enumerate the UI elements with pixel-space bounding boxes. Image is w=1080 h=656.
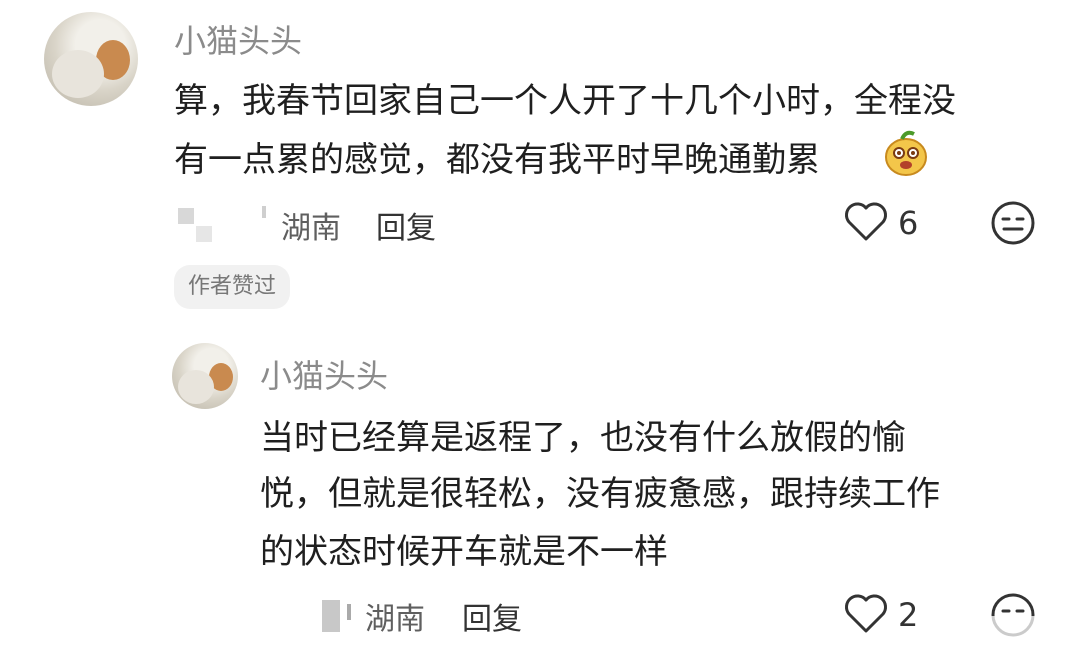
blurred-time [178, 208, 194, 224]
avatar[interactable] [172, 343, 238, 409]
neutral-face-icon[interactable] [990, 200, 1036, 246]
heart-icon[interactable] [844, 594, 888, 634]
blurred-time [196, 226, 212, 242]
location-label: 湖南 [365, 602, 425, 637]
like-count: 2 [898, 596, 919, 634]
comment-username[interactable]: 小猫头头 [174, 16, 302, 62]
comment-text-line: 的状态时候开车就是不一样 [260, 532, 668, 572]
avatar[interactable] [44, 12, 138, 106]
watermark [918, 616, 1080, 656]
comment-text-line: 当时已经算是返程了，也没有什么放假的愉 [260, 418, 906, 458]
blurred-time [347, 604, 351, 620]
like-count: 6 [898, 204, 919, 242]
comment-text-line: 有一点累的感觉，都没有我平时早晚通勤累 [174, 140, 820, 180]
heart-icon[interactable] [844, 202, 888, 242]
emoji-sticker [884, 130, 928, 176]
comment-username[interactable]: 小猫头头 [260, 351, 388, 397]
author-liked-badge: 作者赞过 [174, 265, 291, 309]
blurred-time [262, 206, 266, 218]
blurred-time [322, 600, 340, 632]
reply-button[interactable]: 回复 [462, 594, 522, 638]
location-label: 湖南 [281, 211, 341, 246]
comment-text-line: 悦，但就是很轻松，没有疲惫感，跟持续工作 [260, 474, 940, 514]
reply-button[interactable]: 回复 [376, 203, 436, 247]
comment-text-line: 算，我春节回家自己一个人开了十几个小时，全程没 [174, 81, 956, 121]
